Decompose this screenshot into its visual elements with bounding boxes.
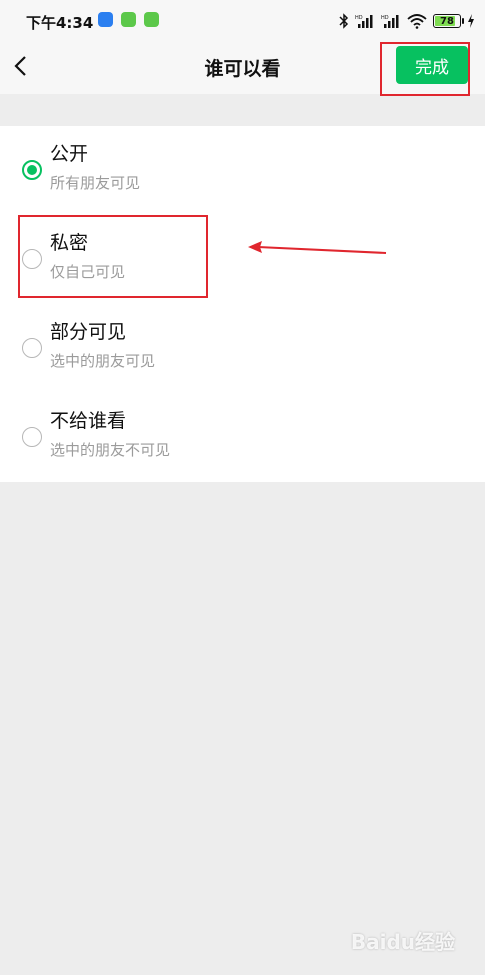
option-subtitle: 所有朋友可见 (50, 174, 141, 192)
status-bar: 下午4:34 HD HD 78 (0, 0, 485, 42)
option-partially-visible[interactable]: 部分可见 选中的朋友可见 (0, 304, 485, 393)
signal-hd-icon: HD (355, 15, 373, 28)
radio-selected-icon[interactable] (22, 160, 42, 180)
app-notification-icon (121, 12, 136, 27)
battery-level: 78 (440, 15, 454, 27)
app-notification-icon (98, 12, 113, 27)
annotation-arrow-icon (248, 241, 387, 254)
svg-text:HD: HD (381, 15, 389, 21)
bluetooth-icon (339, 13, 349, 29)
battery-icon: 78 (433, 14, 464, 28)
radio-unselected-icon[interactable] (22, 427, 42, 447)
option-subtitle: 选中的朋友可见 (50, 352, 156, 370)
signal-hd-icon: HD (381, 15, 399, 28)
radio-unselected-icon[interactable] (22, 338, 42, 358)
option-subtitle: 选中的朋友不可见 (50, 441, 171, 459)
option-dont-share[interactable]: 不给谁看 选中的朋友不可见 (0, 393, 485, 482)
annotation-highlight-done (380, 42, 470, 96)
app-notification-icon (144, 12, 159, 27)
visibility-options-list: 公开 所有朋友可见 私密 仅自己可见 部分可见 选中的朋友可见 不给谁看 选中的… (0, 126, 485, 482)
annotation-highlight-private (18, 215, 208, 298)
option-title: 部分可见 (50, 321, 127, 343)
option-title: 不给谁看 (50, 410, 127, 432)
option-public[interactable]: 公开 所有朋友可见 (0, 126, 485, 215)
charging-icon (468, 14, 474, 28)
watermark: Baidu经验 (350, 930, 455, 954)
svg-text:HD: HD (355, 15, 363, 21)
status-time: 下午4:34 (26, 14, 94, 32)
wifi-icon (407, 14, 427, 29)
option-title: 公开 (50, 143, 89, 165)
